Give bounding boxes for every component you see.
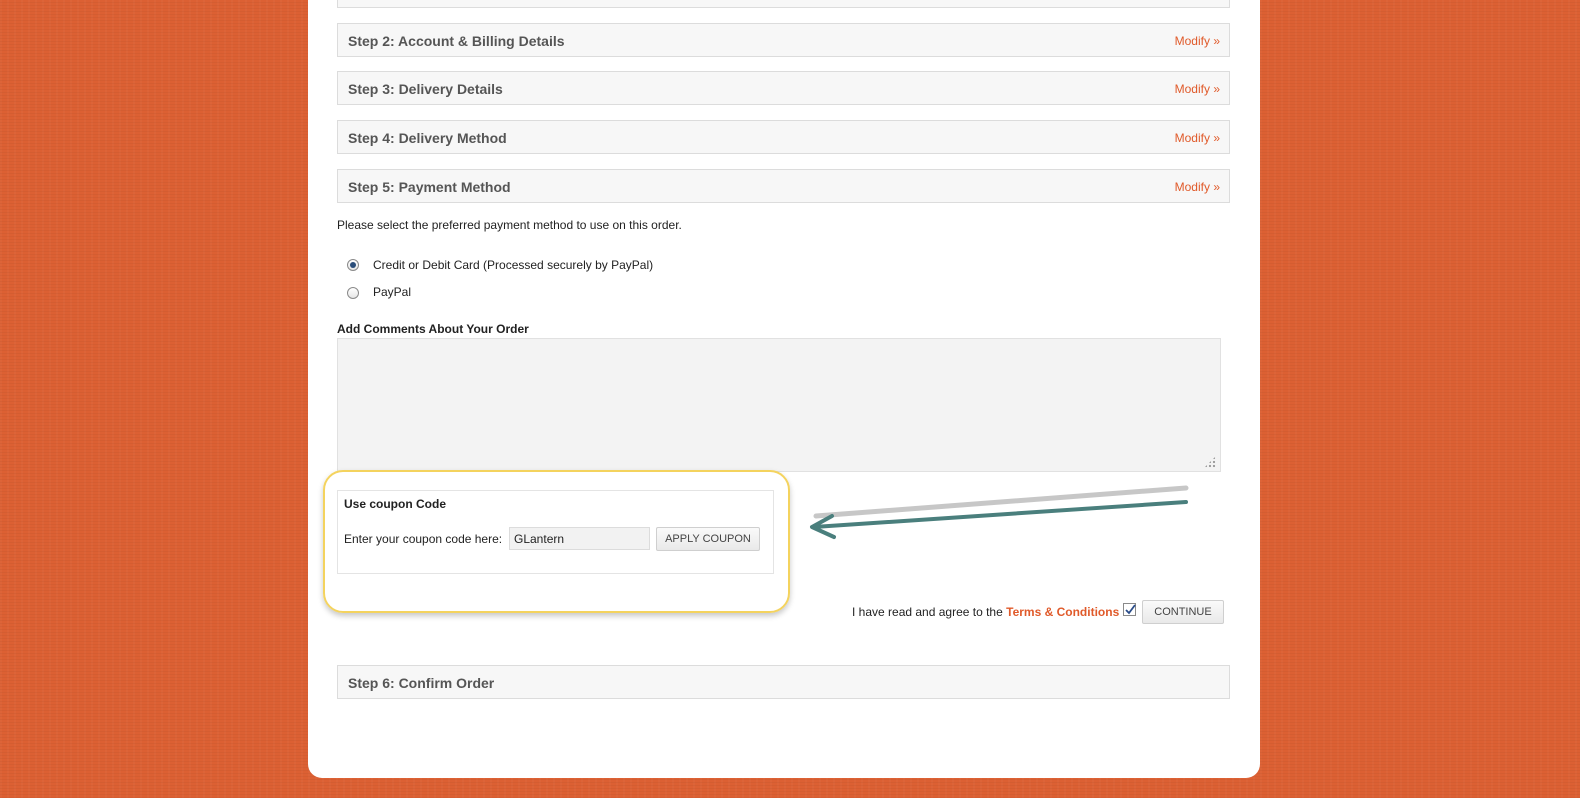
payment-card-label[interactable]: Credit or Debit Card (Processed securely… [373,258,653,272]
payment-card-radio[interactable] [347,259,359,271]
step6-title: Step 6: Confirm Order [348,675,495,691]
terms-conditions-link[interactable]: Terms & Conditions [1006,605,1119,619]
checkmark-icon [1125,604,1136,615]
payment-paypal-label[interactable]: PayPal [373,285,411,299]
apply-coupon-button[interactable]: APPLY COUPON [656,527,760,551]
step5-bar: Step 5: Payment Method Modify » [337,169,1230,203]
terms-checkbox[interactable] [1123,603,1136,616]
step3-title: Step 3: Delivery Details [348,81,503,97]
left-arrow-annotation-icon [810,485,1189,539]
coupon-code-input[interactable] [509,527,650,550]
step5-modify-link[interactable]: Modify » [1175,180,1220,194]
step6-bar: Step 6: Confirm Order [337,665,1230,699]
comments-heading: Add Comments About Your Order [337,322,529,336]
payment-paypal-radio[interactable] [347,287,359,299]
step1-bar [337,0,1230,8]
terms-agreement-label: I have read and agree to the [852,605,1003,619]
step2-title: Step 2: Account & Billing Details [348,33,565,49]
step2-bar: Step 2: Account & Billing Details Modify… [337,23,1230,57]
step2-modify-link[interactable]: Modify » [1175,34,1220,48]
comments-textarea[interactable] [337,338,1221,472]
terms-agreement-text: I have read and agree to the Terms & Con… [852,605,1119,619]
payment-instruction: Please select the preferred payment meth… [337,218,682,232]
step4-bar: Step 4: Delivery Method Modify » [337,120,1230,154]
coupon-heading: Use coupon Code [344,497,447,511]
coupon-label: Enter your coupon code here: [344,532,503,546]
step4-modify-link[interactable]: Modify » [1175,131,1220,145]
step5-title: Step 5: Payment Method [348,179,511,195]
step3-modify-link[interactable]: Modify » [1175,82,1220,96]
step3-bar: Step 3: Delivery Details Modify » [337,71,1230,105]
continue-button[interactable]: CONTINUE [1142,600,1224,624]
step4-title: Step 4: Delivery Method [348,130,507,146]
